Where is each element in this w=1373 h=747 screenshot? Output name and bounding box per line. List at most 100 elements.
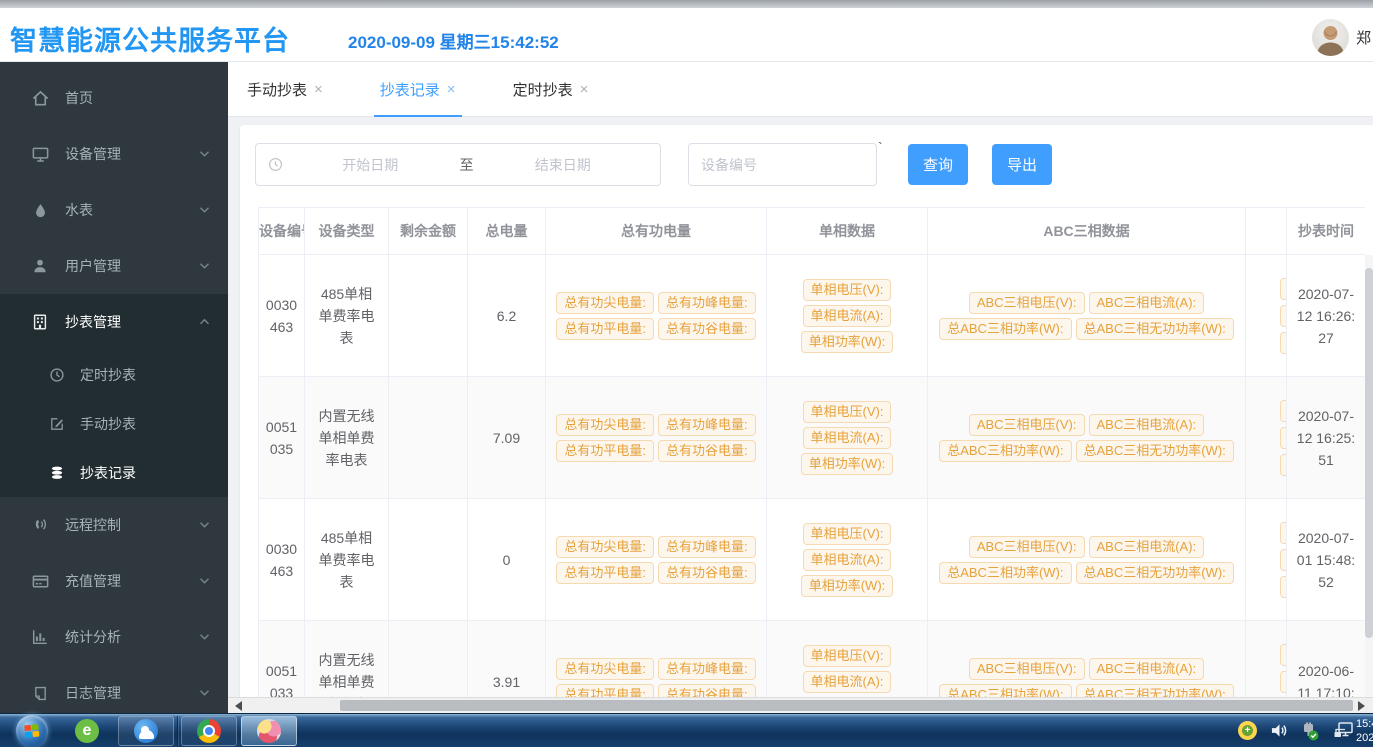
clock-icon [48, 366, 66, 384]
start-button[interactable] [16, 715, 48, 747]
cell-active-energy: 总有功尖电量:总有功峰电量:总有功平电量:总有功谷电量: [546, 621, 767, 697]
cell-single-phase: 单相电压(V):单相电流(A):单相功率(W): [767, 499, 928, 620]
col-header-three-phase: ABC三相数据 [928, 208, 1246, 254]
tab-label: 手动抄表 [247, 79, 307, 100]
sidebar-item-meter-reading-mgmt[interactable]: 抄表管理 [0, 294, 228, 350]
sidebar-item-device-mgmt[interactable]: 设备管理 [0, 126, 228, 182]
sidebar-item-user-mgmt[interactable]: 用户管理 [0, 238, 228, 294]
field-tag: 总有功峰电量: [658, 658, 756, 680]
chevron-down-icon [199, 206, 210, 214]
edit-icon [48, 415, 66, 433]
network-icon[interactable] [1333, 721, 1355, 741]
records-table: 设备编号 设备类型 剩余金额 总电量 总有功电量 单相数据 ABC三相数据 抄表… [258, 207, 1365, 697]
field-tag: ABC三相电流(A): [1089, 292, 1205, 314]
meter-icon [30, 312, 50, 332]
sidebar-item-label: 抄表管理 [65, 312, 199, 332]
field-tag: 总ABC三相功率(W): [939, 440, 1071, 462]
browser-chrome-button[interactable] [181, 716, 237, 746]
cell-read-time: 2020-07-12 16:26:27 [1286, 255, 1365, 376]
field-tag: 总ABC三相功率(W): [939, 562, 1071, 584]
cell-total-energy: 3.91 [468, 621, 546, 697]
close-icon[interactable]: × [580, 81, 589, 98]
chevron-down-icon [199, 633, 210, 641]
chevron-down-icon [199, 577, 210, 585]
cell-active-energy: 总有功尖电量:总有功峰电量:总有功平电量:总有功谷电量: [546, 255, 767, 376]
chevron-down-icon [199, 150, 210, 158]
horizontal-scrollbar[interactable] [228, 697, 1373, 713]
close-icon[interactable]: × [314, 81, 323, 98]
sidebar-item-water-meter[interactable]: 水表 [0, 182, 228, 238]
recharge-icon [30, 571, 50, 591]
end-date-input[interactable]: 结束日期 [478, 155, 649, 175]
close-icon[interactable]: × [447, 81, 456, 98]
vertical-scrollbar[interactable] [1365, 255, 1373, 697]
clock-time: 15:42 [1356, 717, 1373, 731]
photo-viewer-button[interactable] [241, 716, 297, 746]
user-avatar[interactable] [1312, 19, 1349, 56]
app-header: 智慧能源公共服务平台 2020-09-09 星期三15:42:52 郑 [0, 8, 1373, 62]
volume-icon[interactable] [1270, 722, 1289, 739]
tab-reading-records[interactable]: 抄表记录 × [374, 62, 462, 116]
usb-icon[interactable] [1300, 722, 1320, 741]
cell-device-no: 0030463 [259, 499, 305, 620]
col-header-extra [1246, 208, 1286, 254]
browser-360-icon[interactable]: e [72, 717, 102, 745]
field-tag: 单相电流(A): [803, 305, 892, 327]
user-name[interactable]: 郑 [1356, 27, 1373, 48]
field-tag: ABC三相电压(V): [969, 658, 1085, 680]
taskbar-clock[interactable]: 15:42 2020/9/9 [1356, 717, 1373, 745]
field-tag: ABC三相电压(V): [969, 292, 1085, 314]
scroll-left-arrow-icon[interactable] [230, 698, 246, 713]
start-date-input[interactable]: 开始日期 [285, 155, 456, 175]
cell-single-phase: 单相电压(V):单相电流(A):单相功率(W): [767, 621, 928, 697]
field-tag: 总ABC三相无功功率(W): [1076, 684, 1234, 698]
field-tag: 总有功峰电量: [658, 536, 756, 558]
sidebar-item-label: 设备管理 [65, 144, 199, 164]
tab-label: 定时抄表 [513, 79, 573, 100]
person-photo-icon [1312, 19, 1349, 56]
windows-flag-icon [23, 722, 41, 740]
vertical-scrollbar-thumb[interactable] [1365, 268, 1373, 638]
sidebar-subitem-manual-reading[interactable]: 手动抄表 [0, 399, 228, 448]
chevron-down-icon [199, 262, 210, 270]
field-tag: ABC三相电流(A): [1089, 414, 1205, 436]
export-button[interactable]: 导出 [992, 144, 1052, 185]
sidebar-item-recharge-mgmt[interactable]: 充值管理 [0, 553, 228, 609]
sidebar-expanded-group: 抄表管理 定时抄表 手动抄表 抄表记 [0, 294, 228, 497]
field-tag: 总有功谷电量: [658, 318, 756, 340]
horizontal-scrollbar-thumb[interactable] [340, 700, 1353, 711]
sidebar-item-remote-control[interactable]: 远程控制 [0, 497, 228, 553]
clock-icon [268, 157, 283, 172]
sidebar-item-label: 定时抄表 [80, 365, 136, 385]
browser-qq-button[interactable] [118, 716, 174, 746]
cell-device-no: 0051033 [259, 621, 305, 697]
cell-extra [1246, 499, 1286, 620]
cell-active-energy: 总有功尖电量:总有功峰电量:总有功平电量:总有功谷电量: [546, 377, 767, 498]
sidebar-subitem-reading-records[interactable]: 抄表记录 [0, 448, 228, 497]
sidebar-item-home[interactable]: 首页 [0, 70, 228, 126]
field-tag: 单相功率(W): [801, 453, 894, 475]
cell-balance [389, 621, 468, 697]
field-tag: 总有功谷电量: [658, 440, 756, 462]
sidebar-item-statistics[interactable]: 统计分析 [0, 609, 228, 665]
tab-manual-reading[interactable]: 手动抄表 × [241, 62, 329, 116]
device-number-input[interactable] [688, 143, 877, 186]
tab-scheduled-reading[interactable]: 定时抄表 × [507, 62, 595, 116]
records-card: 开始日期 至 结束日期 ` 查询 导出 设备编号 设备类型 剩余金额 总电量 总… [240, 125, 1373, 713]
range-separator: 至 [456, 155, 478, 175]
field-tag: 总ABC三相功率(W): [939, 684, 1071, 698]
scroll-right-arrow-icon[interactable] [1353, 698, 1369, 713]
cell-total-energy: 7.09 [468, 377, 546, 498]
field-tag: 总ABC三相无功功率(W): [1076, 318, 1234, 340]
query-button[interactable]: 查询 [908, 144, 968, 185]
cell-single-phase: 单相电压(V):单相电流(A):单相功率(W): [767, 377, 928, 498]
sidebar-subitem-scheduled-reading[interactable]: 定时抄表 [0, 350, 228, 399]
table-row: 0051035内置无线单相单费率电表7.09总有功尖电量:总有功峰电量:总有功平… [259, 377, 1365, 499]
col-header-single-phase: 单相数据 [767, 208, 928, 254]
field-tag: 总有功谷电量: [658, 684, 756, 698]
col-header-balance: 剩余金额 [389, 208, 468, 254]
cell-balance [389, 377, 468, 498]
date-range-picker[interactable]: 开始日期 至 结束日期 [255, 143, 661, 186]
field-tag: 总ABC三相无功功率(W): [1076, 562, 1234, 584]
safety-360-tray-icon[interactable]: + [1238, 721, 1257, 740]
